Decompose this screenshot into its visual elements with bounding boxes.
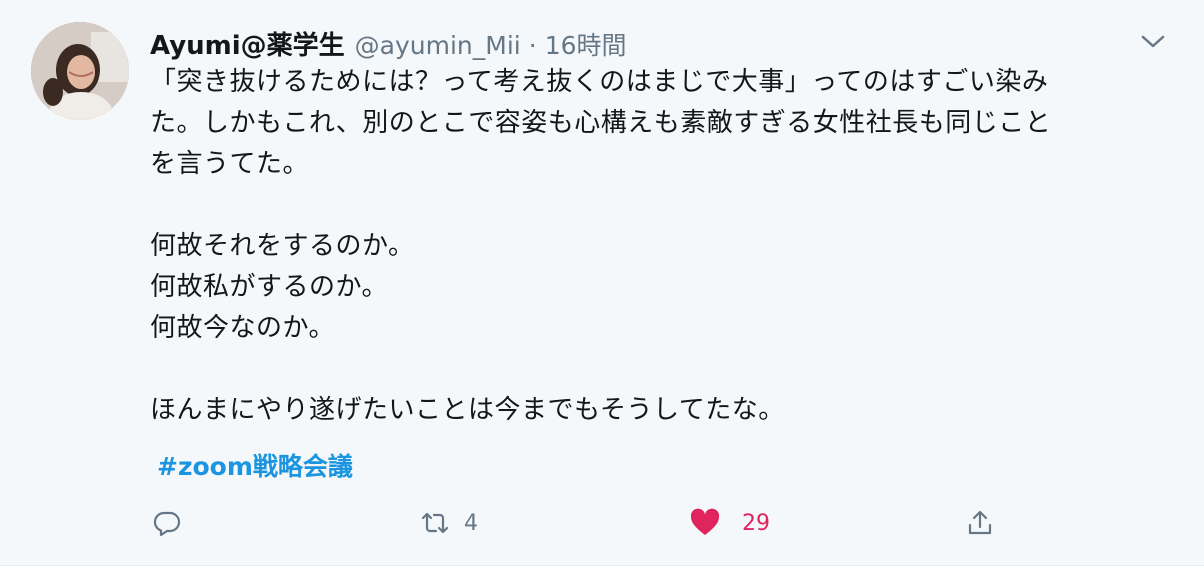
retweet-count: 4 — [464, 510, 478, 536]
tweet-actions: 4 29 — [150, 500, 1200, 546]
tweet-header: Ayumi@薬学生 @ayumin_Mii · 16時間 — [150, 25, 627, 62]
chevron-down-icon[interactable] — [1140, 34, 1166, 50]
tweet-text-line: 何故今なのか。 — [150, 313, 335, 343]
reply-icon — [153, 511, 181, 537]
retweet-button[interactable]: 4 — [420, 500, 478, 546]
like-button[interactable]: 29 — [690, 500, 770, 546]
reply-button[interactable] — [152, 500, 182, 546]
author-name[interactable]: Ayumi@薬学生 — [150, 25, 345, 62]
tweet-text-line: を言うてた。 — [150, 149, 310, 179]
like-count: 29 — [742, 510, 770, 536]
tweet-text-line: 何故私がするのか。 — [150, 272, 388, 302]
hashtag-link[interactable]: #zoom戦略会議 — [157, 447, 353, 483]
tweet-text-line: ほんまにやり遂げたいことは今までもそうしてたな。 — [150, 395, 785, 425]
author-handle[interactable]: @ayumin_Mii — [355, 31, 521, 60]
avatar-photo — [31, 22, 129, 120]
retweet-icon — [421, 512, 449, 534]
heart-icon — [690, 508, 720, 535]
tweet-text-line: た。しかもこれ、別のとこで容姿も心構えも素敵すぎる女性社長も同じこと — [150, 108, 1052, 138]
share-icon — [968, 510, 992, 535]
share-button[interactable] — [965, 500, 995, 546]
tweet-text-line: 「突き抜けるためには？って考え抜くのはまじで大事」ってのはすごい染み — [150, 67, 1049, 97]
avatar[interactable] — [31, 22, 129, 120]
tweet-card[interactable]: Ayumi@薬学生 @ayumin_Mii · 16時間 「突き抜けるためには？… — [0, 0, 1204, 566]
tweet-text-line: 何故それをするのか。 — [150, 231, 415, 261]
header-separator: · — [528, 31, 537, 60]
tweet-text: 「突き抜けるためには？って考え抜くのはまじで大事」ってのはすごい染み た。しかも… — [150, 62, 1180, 431]
tweet-timestamp[interactable]: 16時間 — [545, 26, 627, 62]
